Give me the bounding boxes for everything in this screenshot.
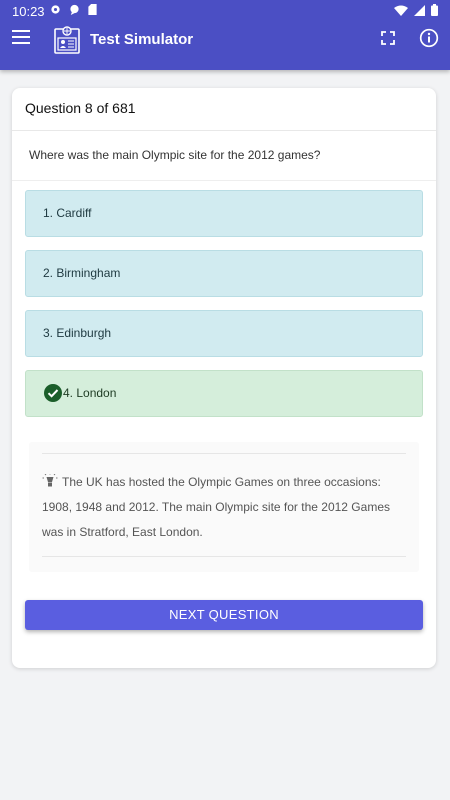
answer-option-1[interactable]: 1. Cardiff	[25, 190, 423, 237]
answer-option-label: 1. Cardiff	[43, 206, 92, 220]
info-icon[interactable]	[419, 28, 439, 48]
explanation-text: The UK has hosted the Olympic Games on t…	[42, 475, 390, 539]
toolbar: Test Simulator	[0, 24, 450, 56]
status-notification-icons	[50, 4, 97, 15]
app-logo-icon	[54, 26, 80, 54]
answer-option-2[interactable]: 2. Birmingham	[25, 250, 423, 297]
menu-icon[interactable]	[12, 30, 30, 46]
fullscreen-icon[interactable]	[380, 30, 396, 46]
divider	[42, 453, 406, 454]
gear-icon	[51, 5, 60, 14]
check-circle-icon	[44, 384, 62, 402]
explanation-panel: The UK has hosted the Olympic Games on t…	[29, 442, 419, 572]
answer-option-label: 2. Birmingham	[43, 266, 121, 280]
chat-bubble-icon	[70, 4, 79, 15]
divider	[12, 180, 436, 181]
divider	[42, 556, 406, 557]
answer-option-label: 4. London	[63, 386, 117, 400]
answer-option-4-correct[interactable]: 4. London	[25, 370, 423, 417]
signal-icon	[414, 4, 425, 16]
battery-icon	[431, 4, 438, 16]
answer-option-3[interactable]: 3. Edinburgh	[25, 310, 423, 357]
sd-card-icon	[88, 4, 97, 15]
question-counter: Question 8 of 681	[25, 100, 136, 116]
next-question-button[interactable]: NEXT QUESTION	[25, 600, 423, 630]
status-time: 10:23	[12, 4, 45, 19]
app-title: Test Simulator	[90, 31, 194, 48]
question-text: Where was the main Olympic site for the …	[29, 148, 321, 162]
lightbulb-icon	[42, 474, 58, 487]
explanation-text-block: The UK has hosted the Olympic Games on t…	[42, 470, 408, 545]
status-bar: 10:23	[0, 0, 450, 22]
status-system-icons	[394, 4, 438, 16]
question-header: Question 8 of 681	[12, 88, 436, 131]
answer-option-label: 3. Edinburgh	[43, 326, 112, 340]
wifi-icon	[394, 5, 408, 16]
app-bar: 10:23 Test Simulator	[0, 0, 450, 70]
question-card: Question 8 of 681 Where was the main Oly…	[12, 88, 436, 668]
